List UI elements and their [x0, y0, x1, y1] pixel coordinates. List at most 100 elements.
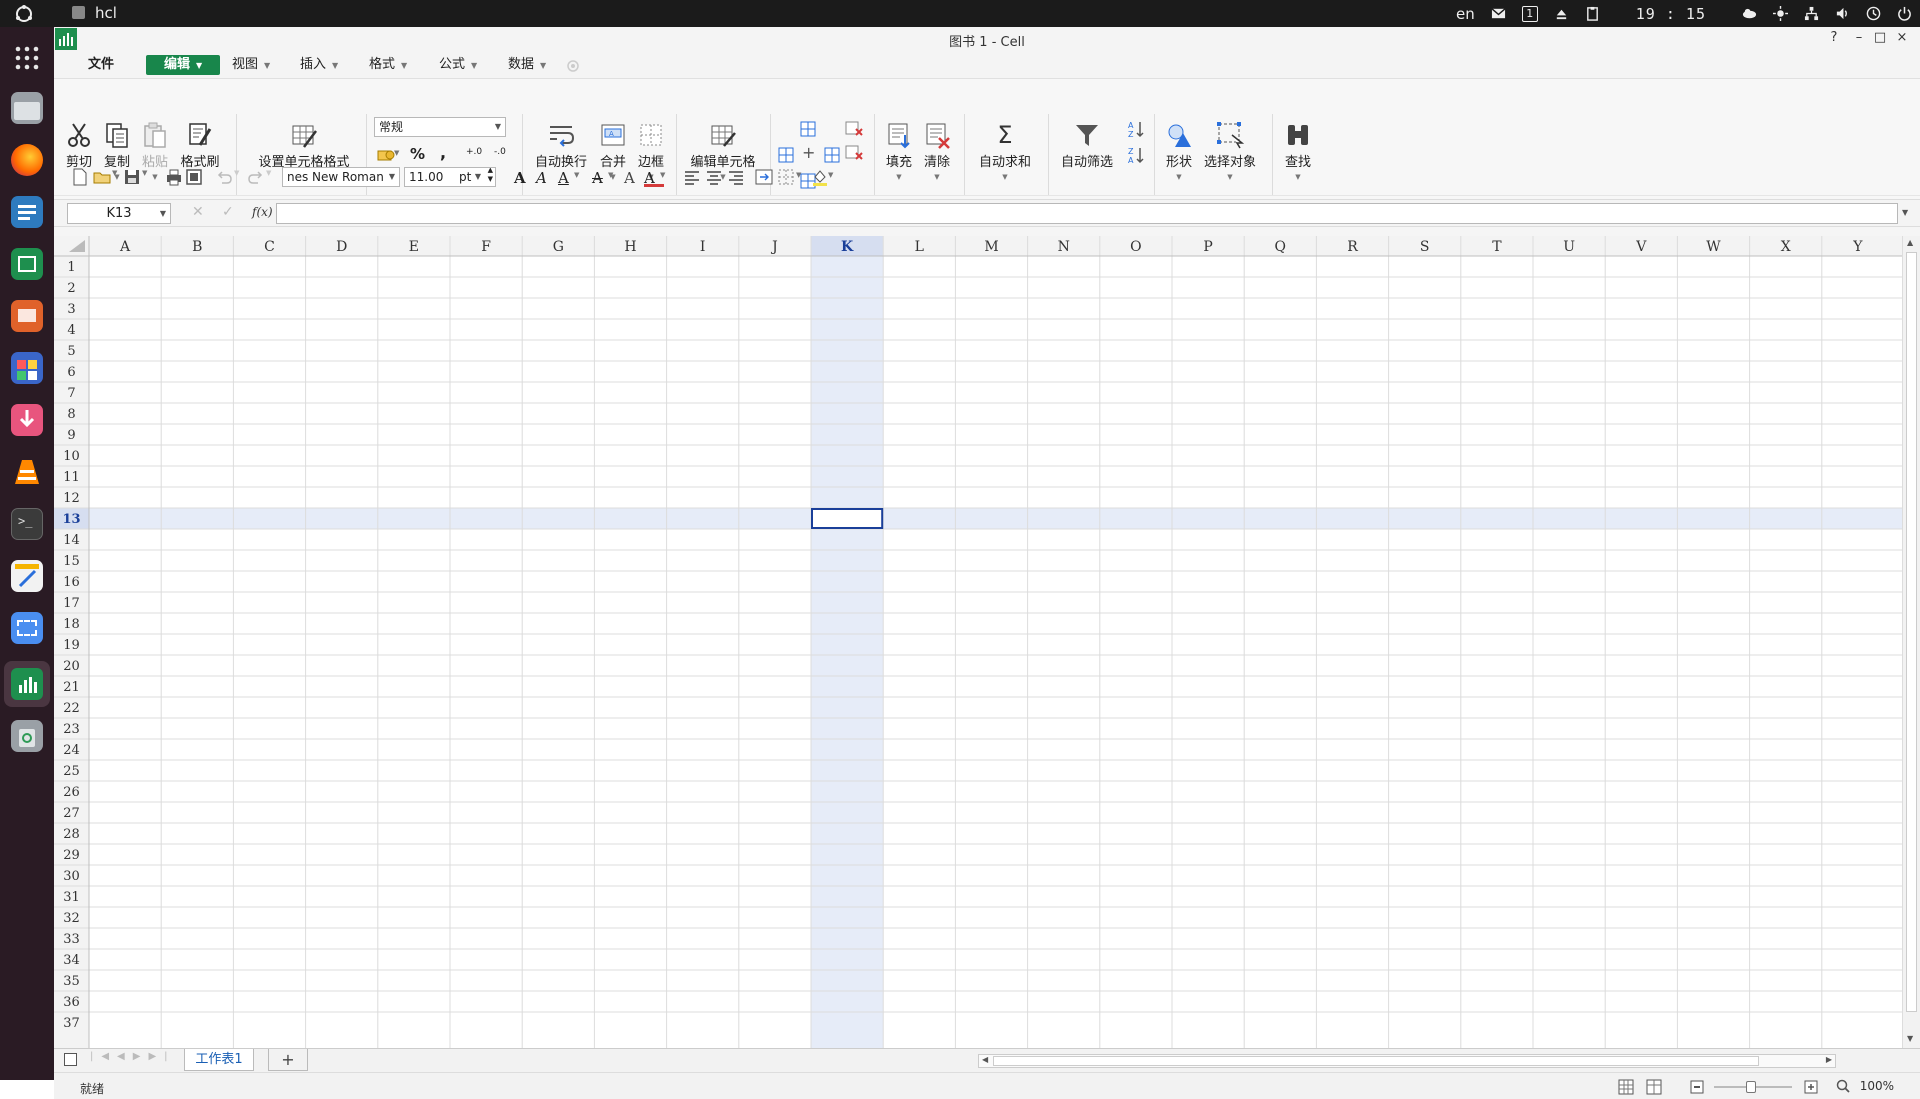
- column-header-t[interactable]: T: [1492, 239, 1502, 255]
- delete-row-icon[interactable]: [844, 119, 864, 139]
- column-header-l[interactable]: L: [915, 239, 924, 255]
- row-header-6[interactable]: 6: [67, 365, 75, 380]
- sort-ascending-icon[interactable]: AZ: [1126, 119, 1146, 139]
- horizontal-scroll-thumb[interactable]: [993, 1056, 1759, 1066]
- power-icon[interactable]: [1897, 6, 1912, 21]
- row-header-14[interactable]: 14: [63, 533, 80, 548]
- chevron-down-icon[interactable]: ▼: [660, 171, 680, 191]
- page-layout-icon[interactable]: [1646, 1079, 1662, 1095]
- sheet-tab[interactable]: 工作表1: [184, 1049, 254, 1071]
- text-editor-icon[interactable]: [11, 560, 43, 592]
- fill-button[interactable]: 填充 ▼: [880, 121, 918, 181]
- find-button[interactable]: 查找 ▼: [1278, 121, 1318, 181]
- name-box[interactable]: K13 ▼: [67, 203, 171, 224]
- insert-column-left-icon[interactable]: [776, 145, 796, 165]
- workspace-indicator[interactable]: 1: [1521, 5, 1538, 22]
- scroll-right-icon[interactable]: ▶: [1826, 1055, 1832, 1064]
- menu-edit[interactable]: 编辑 ▼: [146, 55, 221, 75]
- column-header-i[interactable]: I: [700, 239, 706, 255]
- column-header-v[interactable]: V: [1635, 239, 1647, 255]
- spin-arrows-icon[interactable]: ▲ ▼: [488, 168, 493, 184]
- column-header-n[interactable]: N: [1058, 239, 1070, 255]
- grid-canvas[interactable]: A B C D E F G H I J K L M N O P Q R S T U V W X Y123456789101112…: [54, 236, 1902, 1048]
- clock[interactable]: 19 : 15: [1636, 5, 1706, 23]
- formula-input[interactable]: [276, 203, 1898, 224]
- column-header-g[interactable]: G: [553, 239, 564, 255]
- maximize-button[interactable]: □: [1870, 30, 1890, 45]
- shape-button[interactable]: 形状 ▼: [1160, 121, 1198, 181]
- column-header-e[interactable]: E: [409, 239, 419, 255]
- row-header-29[interactable]: 29: [63, 848, 80, 863]
- app-launcher-icon[interactable]: [11, 42, 43, 74]
- row-header-36[interactable]: 36: [63, 995, 80, 1010]
- magnifier-icon[interactable]: [1836, 1079, 1850, 1093]
- menu-insert[interactable]: 插入 ▼: [300, 55, 338, 75]
- zoom-level[interactable]: 100%: [1860, 1079, 1894, 1093]
- column-header-w[interactable]: W: [1706, 239, 1721, 255]
- scroll-up-icon[interactable]: ▲: [1907, 238, 1913, 247]
- add-sheet-button[interactable]: +: [268, 1049, 308, 1071]
- fill-color-icon[interactable]: [810, 167, 830, 187]
- zoom-in-icon[interactable]: [1804, 1080, 1818, 1094]
- chevron-down-icon[interactable]: ▼: [1160, 173, 1198, 181]
- row-header-16[interactable]: 16: [63, 575, 80, 590]
- row-header-3[interactable]: 3: [67, 302, 75, 317]
- autosum-button[interactable]: Σ 自动求和 ▼: [972, 121, 1038, 181]
- menu-file[interactable]: 文件: [88, 55, 114, 75]
- row-header-7[interactable]: 7: [67, 386, 75, 401]
- chevron-down-icon[interactable]: ▼: [1198, 173, 1262, 181]
- eject-icon[interactable]: [1554, 6, 1569, 21]
- align-right-icon[interactable]: [726, 167, 746, 187]
- delete-column-icon[interactable]: [844, 143, 864, 163]
- column-header-q[interactable]: Q: [1275, 239, 1286, 255]
- file-manager-icon[interactable]: [11, 92, 43, 124]
- row-header-22[interactable]: 22: [63, 701, 80, 716]
- vertical-scroll-thumb[interactable]: [1906, 252, 1917, 1012]
- row-header-24[interactable]: 24: [63, 743, 80, 758]
- normal-view-icon[interactable]: [1618, 1079, 1634, 1095]
- italic-icon[interactable]: A: [536, 169, 556, 189]
- column-header-p[interactable]: P: [1203, 239, 1212, 255]
- column-header-y[interactable]: Y: [1852, 239, 1863, 255]
- minimize-button[interactable]: –: [1849, 30, 1869, 45]
- currency-icon[interactable]: [376, 145, 396, 165]
- system-logo-icon[interactable]: [14, 4, 34, 24]
- insert-cells-icon[interactable]: +: [802, 143, 822, 163]
- trash-icon[interactable]: [11, 720, 43, 752]
- sheet-nav-arrows-icon[interactable]: |◀◀▶▶|: [90, 1051, 176, 1062]
- scroll-down-icon[interactable]: ▼: [1907, 1034, 1913, 1043]
- spreadsheet-app-icon[interactable]: [11, 248, 43, 280]
- row-header-27[interactable]: 27: [63, 806, 80, 821]
- chevron-down-icon[interactable]: ▼: [574, 171, 594, 191]
- row-header-33[interactable]: 33: [63, 932, 80, 947]
- presentation-icon[interactable]: [11, 300, 43, 332]
- row-header-20[interactable]: 20: [63, 659, 80, 674]
- vlc-icon[interactable]: [11, 456, 43, 488]
- percent-button[interactable]: %: [410, 145, 430, 165]
- mail-icon[interactable]: [1491, 6, 1506, 21]
- column-header-s[interactable]: S: [1420, 239, 1430, 255]
- weather-icon[interactable]: [1742, 6, 1757, 21]
- row-header-4[interactable]: 4: [67, 323, 75, 338]
- row-header-13[interactable]: 13: [62, 512, 80, 527]
- chevron-down-icon[interactable]: ▼: [880, 173, 918, 181]
- column-header-m[interactable]: M: [984, 239, 998, 255]
- help-button[interactable]: ?: [1824, 30, 1844, 45]
- row-header-31[interactable]: 31: [63, 890, 80, 905]
- column-header-a[interactable]: A: [119, 239, 131, 255]
- row-header-9[interactable]: 9: [67, 428, 75, 443]
- align-left-icon[interactable]: [682, 167, 702, 187]
- row-header-30[interactable]: 30: [63, 869, 80, 884]
- row-header-12[interactable]: 12: [63, 491, 80, 506]
- align-center-icon[interactable]: [704, 167, 724, 187]
- download-manager-icon[interactable]: [11, 404, 43, 436]
- comma-button[interactable]: ,: [440, 143, 460, 163]
- cut-button[interactable]: 剪切: [60, 121, 98, 170]
- row-header-32[interactable]: 32: [63, 911, 80, 926]
- row-header-2[interactable]: 2: [67, 281, 75, 296]
- chevron-down-icon[interactable]: ▼: [142, 169, 162, 189]
- column-header-o[interactable]: O: [1130, 239, 1141, 255]
- font-size-increase-icon[interactable]: A: [624, 169, 644, 189]
- row-header-25[interactable]: 25: [63, 764, 80, 779]
- font-size-select[interactable]: 11.00 pt ▼ ▲ ▼: [404, 167, 496, 187]
